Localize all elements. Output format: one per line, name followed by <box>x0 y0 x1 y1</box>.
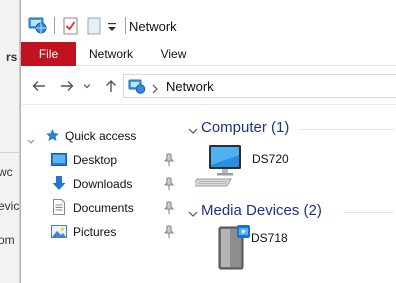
forward-arrow-icon <box>61 81 74 91</box>
group-header-computer[interactable]: Computer (1) <box>187 117 396 139</box>
navigation-pane: Quick access Desktop Downloads Documents… <box>21 106 186 283</box>
up-button[interactable] <box>101 76 121 96</box>
content-pane: Computer (1) DS720 Media Devices (2) DS7… <box>187 106 396 283</box>
up-arrow-icon <box>106 80 116 92</box>
item-ds718[interactable]: DS718 <box>215 223 375 283</box>
forward-button[interactable] <box>57 76 77 96</box>
background-text-fragment: evic <box>0 199 20 213</box>
item-label: DS720 <box>252 152 289 166</box>
star-icon <box>45 128 60 143</box>
customize-toolbar-dropdown-icon[interactable] <box>107 20 117 32</box>
back-button[interactable] <box>29 76 49 96</box>
nav-item-label: Desktop <box>73 153 118 167</box>
divider <box>299 129 394 130</box>
nav-item-label: Documents <box>73 201 134 215</box>
pin-icon[interactable] <box>163 225 175 239</box>
nav-item-downloads[interactable]: Downloads <box>21 172 186 196</box>
breadcrumb-network[interactable]: Network <box>166 79 214 94</box>
chevron-down-icon[interactable] <box>188 123 198 134</box>
pin-icon[interactable] <box>163 177 175 191</box>
desktop-icon <box>51 153 67 167</box>
downloads-icon <box>52 175 66 191</box>
nav-item-desktop[interactable]: Desktop <box>21 148 186 172</box>
chevron-down-icon <box>83 84 91 89</box>
documents-icon <box>53 199 65 215</box>
item-label: DS718 <box>251 231 288 245</box>
tab-view[interactable]: View <box>151 42 196 66</box>
tab-file[interactable]: File <box>21 42 76 66</box>
divider <box>54 17 55 34</box>
network-icon <box>128 78 146 94</box>
group-header-media-devices[interactable]: Media Devices (2) <box>187 200 396 222</box>
chevron-down-icon[interactable] <box>188 206 198 217</box>
ribbon-tab-bar: File Network View <box>21 42 396 66</box>
group-title: Computer (1) <box>201 119 290 136</box>
properties-icon[interactable] <box>63 17 79 35</box>
item-ds720[interactable]: DS720 <box>192 143 355 193</box>
divider <box>0 152 19 153</box>
address-bar: Network <box>21 67 396 105</box>
nav-item-label: Pictures <box>73 225 117 239</box>
title-bar: Network <box>21 0 396 42</box>
network-icon <box>27 15 47 35</box>
computer-icon <box>192 143 247 189</box>
breadcrumb-separator-icon <box>152 81 158 94</box>
address-field[interactable] <box>123 74 396 98</box>
background-text-fragment: wc <box>0 165 13 179</box>
background-text-fragment: rs <box>6 50 18 64</box>
group-title: Media Devices (2) <box>201 202 322 219</box>
recent-locations-button[interactable] <box>81 76 93 96</box>
tab-network[interactable]: Network <box>81 42 141 66</box>
pin-icon[interactable] <box>163 201 175 215</box>
pin-icon[interactable] <box>163 153 175 167</box>
divider <box>125 17 126 34</box>
divider <box>343 212 394 213</box>
nav-item-pictures[interactable]: Pictures <box>21 220 186 244</box>
background-text-fragment: om <box>0 233 15 247</box>
back-arrow-icon <box>32 81 45 91</box>
window-title: Network <box>129 19 177 34</box>
nav-item-documents[interactable]: Documents <box>21 196 186 220</box>
chevron-down-icon[interactable] <box>27 132 35 144</box>
nav-item-quick-access[interactable]: Quick access <box>21 124 186 148</box>
nav-item-label: Quick access <box>65 129 137 143</box>
background-window: rs wc evic om <box>0 0 20 283</box>
media-server-icon <box>215 223 251 273</box>
nav-item-label: Downloads <box>73 177 133 191</box>
pictures-icon <box>51 225 67 238</box>
new-folder-icon[interactable] <box>87 17 101 35</box>
file-explorer-window: Network File Network View Network Quick … <box>20 0 396 283</box>
